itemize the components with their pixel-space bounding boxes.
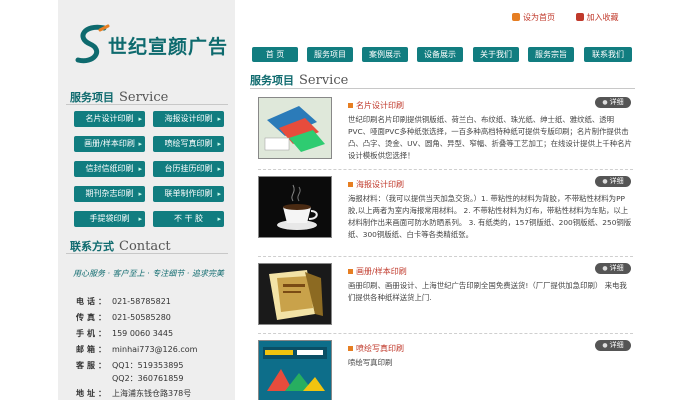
contact-qq1: 客服： QQ1：519353895 [76,361,184,370]
service-button-inkjet[interactable]: 喷绘写真印刷 [153,136,224,152]
service-button-poster[interactable]: 海报设计印刷 [153,111,224,127]
star-icon [575,13,584,21]
item-description: 喷绘写真印刷 [348,358,393,367]
detail-button[interactable]: 详细 [595,176,631,187]
top-links: 设为首页 加入收藏 [512,12,637,23]
service-title-cn: 服务项目 [70,91,114,104]
contact-email: 邮箱： minhai773@126.com [76,345,198,354]
set-homepage-link[interactable]: 设为首页 [512,12,555,23]
service-item-poster: 海报设计印刷 详细 海报材料：（我可以提供当天加急交货。）1. 带粘性的材料为背… [258,174,633,256]
main-section-title: 服务项目 Service [250,72,348,88]
add-favorite-link[interactable]: 加入收藏 [575,12,619,23]
nav-purpose[interactable]: 服务宗旨 [528,47,574,62]
logo-text: 世纪宣颜广告 [108,36,229,58]
nav-equipment[interactable]: 设备展示 [417,47,463,62]
separator [258,333,633,334]
nav-contact[interactable]: 联系我们 [584,47,632,62]
contact-address: 地址： 上海浦东钱仓路378号 [76,389,192,398]
nav-cases[interactable]: 案例展示 [362,47,408,62]
detail-button[interactable]: 详细 [595,97,631,108]
separator [258,169,633,170]
item-description: 世纪印刷名片印刷提供铜版纸、荷兰白、布纹纸、珠光纸、绅士纸、雅纹纸、透明PVC、… [348,115,632,160]
service-button-business-card[interactable]: 名片设计印刷 [74,111,145,127]
contact-phone: 电话： 021-58785821 [76,297,171,306]
service-button-magazine[interactable]: 期刊杂志印刷 [74,186,145,202]
contact-mobile: 手机： 159 0060 3445 [76,329,174,338]
service-button-calendar[interactable]: 台历挂历印刷 [153,161,224,177]
service-item-business-card: 名片设计印刷 详细 世纪印刷名片印刷提供铜版纸、荷兰白、布纹纸、珠光纸、绅士纸、… [258,95,633,177]
contact-fax: 传真： 021-50585280 [76,313,171,322]
slogan: 用心服务 · 客户至上 · 专注细节 · 追求完美 [73,269,224,278]
nav-services[interactable]: 服务项目 [307,47,353,62]
page: 世纪宣颜广告 服务项目 Service 名片设计印刷 海报设计印刷 画册/样本印刷… [0,0,700,400]
service-button-forms[interactable]: 联单制作印刷 [153,186,224,202]
nav-about[interactable]: 关于我们 [473,47,519,62]
service-item-inkjet: 喷绘写真印刷 详细 喷绘写真印刷 [258,338,633,400]
contact-title-en: Contact [119,239,171,254]
poster-thumbnail[interactable] [258,176,332,238]
item-description: 海报材料：（我可以提供当天加急交货。）1. 带粘性的材料为背胶，不带粘性材料为P… [348,194,632,239]
brochure-thumbnail[interactable] [258,263,332,325]
contact-title-cn: 联系方式 [70,240,114,253]
service-section-title: 服务项目 Service [70,89,168,105]
sidebar: 世纪宣颜广告 服务项目 Service 名片设计印刷 海报设计印刷 画册/样本印刷… [58,0,235,400]
item-title[interactable]: 名片设计印刷 [348,100,404,111]
contact-section-title: 联系方式 Contact [70,238,171,254]
item-title[interactable]: 喷绘写真印刷 [348,343,404,354]
divider [250,88,635,89]
service-item-brochure: 画册/样本印刷 详细 画册印刷、画册设计、上海世纪广告印刷全国免费送货!（厂厂提… [258,261,633,331]
service-title-en: Service [119,90,169,105]
detail-button[interactable]: 详细 [595,340,631,351]
service-button-envelope[interactable]: 信封信纸印刷 [74,161,145,177]
business-card-thumbnail[interactable] [258,97,332,159]
home-icon [512,13,520,21]
detail-button[interactable]: 详细 [595,263,631,274]
inkjet-thumbnail[interactable] [258,340,332,400]
service-button-sticker[interactable]: 不 干 胶 [153,211,224,227]
contact-qq2: QQ2：360761859 [112,374,184,383]
divider [66,104,228,105]
main-title-en: Service [299,73,349,88]
service-button-brochure[interactable]: 画册/样本印刷 [74,136,145,152]
logo[interactable]: 世纪宣颜广告 [74,22,227,70]
item-title[interactable]: 画册/样本印刷 [348,266,407,277]
main-title-cn: 服务项目 [250,74,294,87]
nav-home[interactable]: 首 页 [252,47,298,62]
item-description: 画册印刷、画册设计、上海世纪广告印刷全国免费送货!（厂厂提供加急印刷） 来电我们… [348,281,627,302]
service-button-bag[interactable]: 手提袋印刷 [74,211,145,227]
separator [258,256,633,257]
divider [66,253,228,254]
item-title[interactable]: 海报设计印刷 [348,179,404,190]
